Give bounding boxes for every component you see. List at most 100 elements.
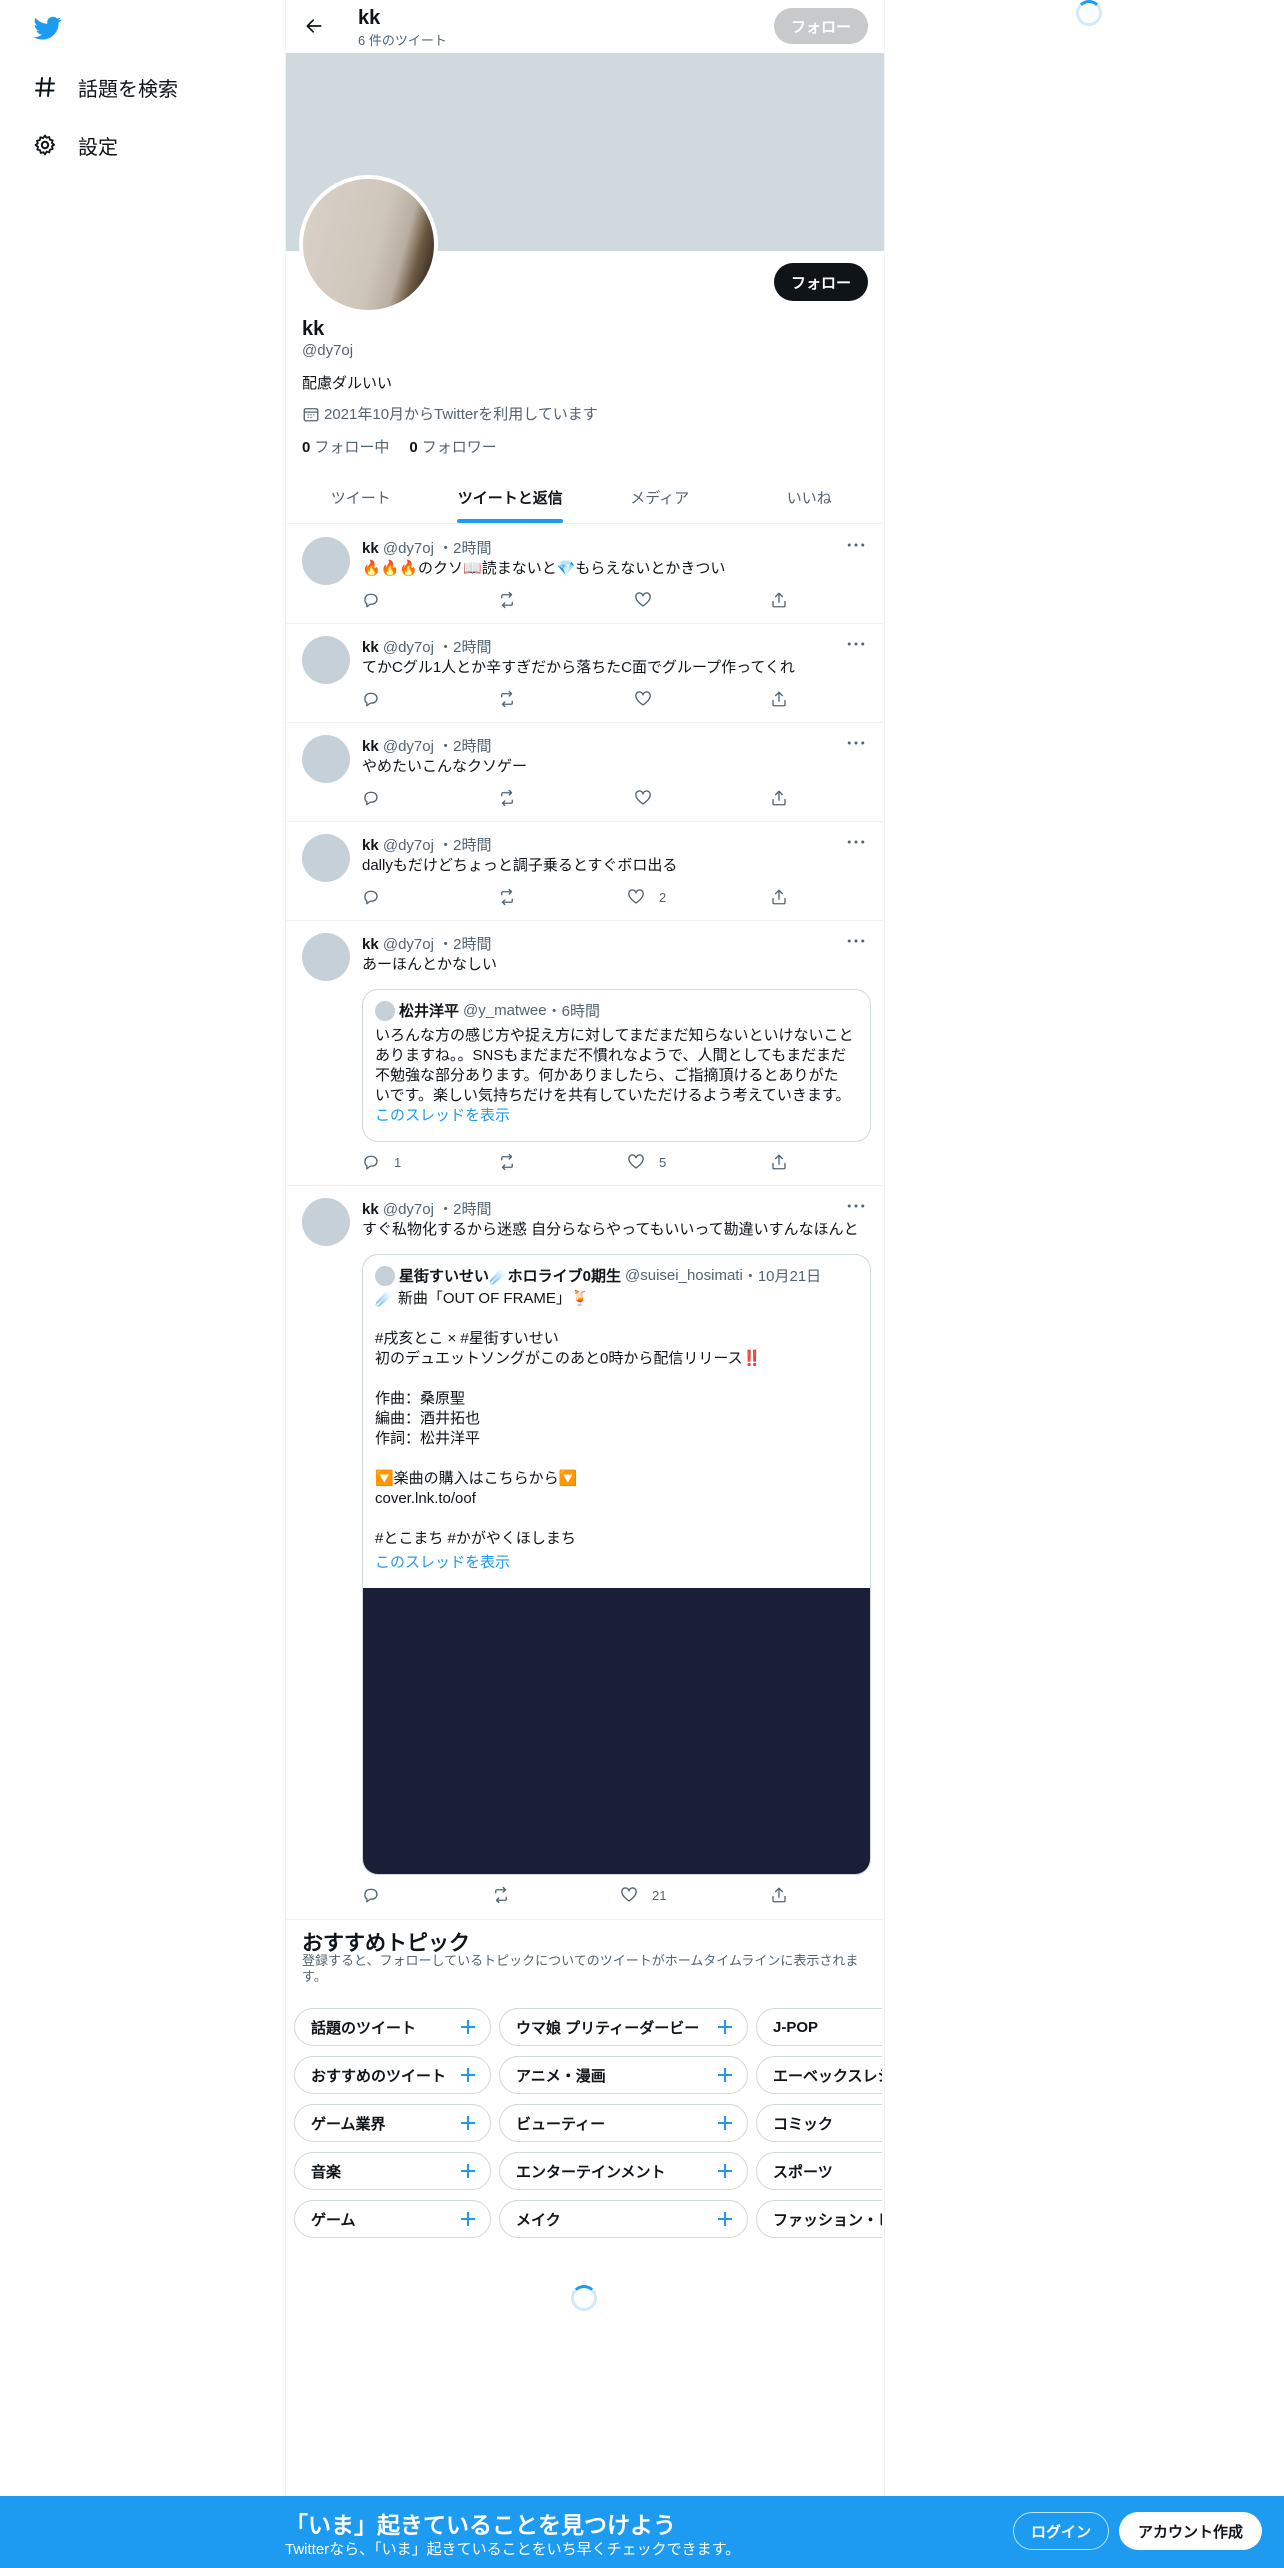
topic-chip[interactable]: スポーツ [756,2152,882,2190]
avatar[interactable] [302,636,350,684]
topic-chip[interactable]: 話題のツイート [294,2008,491,2046]
tweet-time[interactable]: ・2時間 [438,540,491,557]
loading-spinner [571,2285,597,2311]
tweet-author-name[interactable]: kk [362,540,379,557]
tab-likes[interactable]: いいね [735,471,885,523]
quoted-author-handle: @suisei_hosimati [625,1267,743,1284]
share-button[interactable] [770,789,802,807]
like-button[interactable]: 5 [627,1153,666,1171]
topic-chip[interactable]: おすすめのツイート [294,2056,491,2094]
login-button[interactable]: ログイン [1013,2512,1109,2550]
tweet-time[interactable]: ・2時間 [438,1201,491,1218]
header-follow-button[interactable]: フォロー [774,8,868,44]
plus-icon [461,2068,475,2082]
nav-explore-label: 話題を検索 [78,78,178,101]
tweet-time[interactable]: ・2時間 [438,936,491,953]
tweet-actions [362,789,802,811]
reply-button[interactable] [362,789,394,807]
topic-chip[interactable]: J-POP [756,2008,882,2046]
topic-chip[interactable]: ファッション・ビ [756,2200,882,2238]
reply-icon [364,791,378,806]
show-thread-link[interactable]: このスレッドを表示 [375,1553,860,1573]
show-thread-link[interactable]: このスレッドを表示 [375,1106,860,1126]
like-button[interactable] [634,690,666,708]
signup-banner-subtitle: Twitterなら、「いま」起きていることをいち早くチェックできます。 [285,2541,741,2558]
tweet-author-name[interactable]: kk [362,639,379,656]
topic-chip[interactable]: 音楽 [294,2152,491,2190]
tab-tweets[interactable]: ツイート [286,471,436,523]
reply-button[interactable] [362,888,394,906]
tweet[interactable]: kk @dy7oj ・2時間 あーほんとかなしい 松井洋平 @y_matwee … [286,921,884,1186]
tweet[interactable]: kk @dy7oj ・2時間 てかCグル1人とか辛すぎだから落ちたC面でグループ… [286,624,884,723]
tweet[interactable]: kk @dy7oj ・2時間 やめたいこんなクソゲー [286,723,884,822]
avatar[interactable] [302,834,350,882]
share-button[interactable] [770,1153,802,1171]
like-button[interactable] [634,789,666,807]
followers-link[interactable]: 0 フォロワー [409,436,496,457]
reply-button[interactable] [362,591,394,609]
topic-chip[interactable]: ビューティー [499,2104,748,2142]
back-arrow-icon[interactable] [298,10,330,42]
heart-icon [635,691,651,706]
tweet[interactable]: kk @dy7oj ・2時間 dallyもだけどちょっと調子乗るとすぐボロ出る … [286,822,884,921]
avatar[interactable] [302,735,350,783]
share-button[interactable] [770,690,802,708]
avatar[interactable] [302,1198,350,1246]
topic-chip[interactable]: ゲーム [294,2200,491,2238]
quoted-tweet[interactable]: 松井洋平 @y_matwee ・6時間 いろんな方の感じ方や捉え方に対してまだま… [362,989,871,1142]
retweet-button[interactable] [492,1886,524,1904]
more-icon[interactable] [844,535,868,555]
tweet-text: やめたいこんなクソゲー [362,758,528,775]
tweet[interactable]: kk @dy7oj ・2時間 🔥🔥🔥のクソ📖読まないと💎もらえないとかきつい [286,525,884,624]
topic-chip[interactable]: エーベックスレシ [756,2056,882,2094]
tweet-author-name[interactable]: kk [362,738,379,755]
retweet-button[interactable] [498,888,530,906]
tweet-time[interactable]: ・2時間 [438,639,491,656]
tab-media[interactable]: メディア [585,471,735,523]
tweet-time[interactable]: ・2時間 [438,738,491,755]
reply-button[interactable] [362,1886,394,1904]
like-button[interactable]: 21 [620,1886,666,1904]
tab-tweets-and-replies[interactable]: ツイートと返信 [436,471,586,523]
share-button[interactable] [770,591,802,609]
follow-button[interactable]: フォロー [774,263,868,301]
more-icon[interactable] [844,634,868,654]
tweet[interactable]: kk @dy7oj ・2時間 すぐ私物化するから迷惑 自分らならやってもいいって… [286,1186,884,1920]
more-icon[interactable] [844,1196,868,1216]
share-button[interactable] [770,888,802,906]
reply-icon [364,1888,378,1903]
tweet-author-name[interactable]: kk [362,936,379,953]
more-icon[interactable] [844,931,868,951]
retweet-button[interactable] [498,591,530,609]
share-button[interactable] [770,1886,802,1904]
quoted-tweet[interactable]: 星街すいせい☄️ホロライブ0期生 @suisei_hosimati ・10月21… [362,1254,871,1875]
nav-settings[interactable]: 設定 [32,123,118,167]
retweet-button[interactable] [498,690,530,708]
tweet-time[interactable]: ・2時間 [438,837,491,854]
reply-button[interactable]: 1 [362,1153,401,1171]
signup-button[interactable]: アカウント作成 [1119,2512,1262,2550]
topic-chip[interactable]: コミック [756,2104,882,2142]
more-icon[interactable] [844,832,868,852]
quoted-media[interactable] [363,1588,870,1874]
tweet-author-name[interactable]: kk [362,837,379,854]
retweet-button[interactable] [498,1153,530,1171]
avatar[interactable] [302,537,350,585]
retweet-button[interactable] [498,789,530,807]
like-button[interactable] [634,591,666,609]
profile-avatar[interactable] [299,175,438,314]
following-link[interactable]: 0 フォロー中 [302,436,389,457]
topic-chip[interactable]: メイク [499,2200,748,2238]
topic-chip[interactable]: ゲーム業界 [294,2104,491,2142]
tweet-text: すぐ私物化するから迷惑 自分らならやってもいいって勘違いすんなほんと [362,1221,859,1238]
reply-button[interactable] [362,690,394,708]
topic-chip[interactable]: アニメ・漫画 [499,2056,748,2094]
like-button[interactable]: 2 [627,888,666,906]
more-icon[interactable] [844,733,868,753]
tweet-author-name[interactable]: kk [362,1201,379,1218]
twitter-bird-icon[interactable] [32,14,64,42]
topic-chip[interactable]: エンターテインメント [499,2152,748,2190]
topic-chip[interactable]: ウマ娘 プリティーダービー [499,2008,748,2046]
avatar[interactable] [302,933,350,981]
nav-explore[interactable]: 話題を検索 [32,65,178,109]
